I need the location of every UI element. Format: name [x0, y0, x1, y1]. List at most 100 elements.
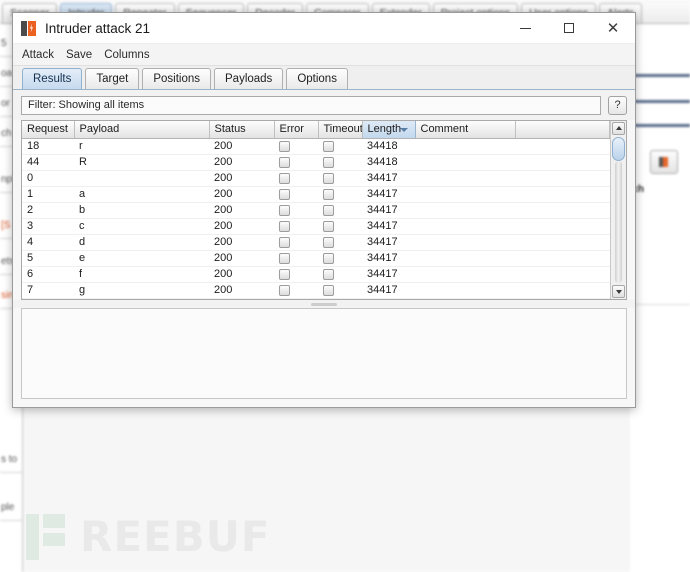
close-icon[interactable]: ✕	[591, 13, 635, 43]
column-header-timeout[interactable]: Timeout	[318, 121, 363, 139]
checkbox-icon[interactable]	[323, 188, 334, 200]
column-header-error[interactable]: Error	[274, 121, 319, 139]
table-row[interactable]: 18 r 200 34418	[22, 138, 610, 155]
menu-item-save[interactable]: Save	[66, 49, 92, 61]
cell-timeout[interactable]	[318, 186, 362, 203]
table-row[interactable]: 7 g 200 34417	[22, 282, 610, 299]
checkbox-icon[interactable]	[323, 220, 334, 232]
checkbox-icon[interactable]	[279, 204, 290, 216]
checkbox-icon[interactable]	[279, 220, 290, 232]
pane-splitter[interactable]	[13, 300, 635, 308]
cell-spacer	[515, 266, 610, 283]
checkbox-icon[interactable]	[323, 236, 334, 248]
vertical-scrollbar[interactable]	[610, 121, 626, 299]
checkbox-icon[interactable]	[323, 252, 334, 264]
column-header-request[interactable]: Request	[22, 121, 75, 139]
minimize-icon[interactable]	[503, 13, 547, 43]
cell-error[interactable]	[274, 250, 318, 267]
background-divider	[630, 100, 690, 103]
tab-results[interactable]: Results	[22, 68, 83, 89]
scrollbar-thumb[interactable]	[612, 137, 625, 161]
table-row[interactable]: 0 200 34417	[22, 170, 610, 187]
checkbox-icon[interactable]	[279, 188, 290, 200]
checkbox-icon[interactable]	[323, 140, 334, 152]
cell-payload: f	[74, 266, 209, 283]
checkbox-icon[interactable]	[279, 268, 290, 280]
filter-input[interactable]: Filter: Showing all items	[21, 95, 601, 115]
cell-error[interactable]	[274, 186, 318, 203]
cell-timeout[interactable]	[318, 202, 362, 219]
tab-target[interactable]: Target	[85, 68, 140, 89]
cell-request: 6	[22, 266, 74, 283]
cell-request: 7	[22, 282, 74, 299]
cell-error[interactable]	[274, 282, 318, 299]
cell-error[interactable]	[274, 234, 318, 251]
column-header-payload[interactable]: Payload	[74, 121, 210, 139]
checkbox-icon[interactable]	[279, 140, 290, 152]
cell-error[interactable]	[274, 202, 318, 219]
menu-item-columns[interactable]: Columns	[104, 49, 149, 61]
cell-timeout[interactable]	[318, 266, 362, 283]
tab-positions[interactable]: Positions	[142, 68, 211, 89]
checkbox-icon[interactable]	[279, 284, 290, 296]
menu-item-attack[interactable]: Attack	[22, 49, 54, 61]
column-header-comment[interactable]: Comment	[415, 121, 516, 139]
cell-payload: d	[74, 234, 209, 251]
cell-payload: e	[74, 250, 209, 267]
checkbox-icon[interactable]	[323, 284, 334, 296]
cell-timeout[interactable]	[318, 250, 362, 267]
cell-length: 34417	[362, 186, 415, 203]
cell-error[interactable]	[274, 170, 318, 187]
table-row[interactable]: 1 a 200 34417	[22, 186, 610, 203]
checkbox-icon[interactable]	[323, 204, 334, 216]
scroll-up-icon[interactable]	[612, 122, 625, 135]
cell-timeout[interactable]	[318, 154, 362, 171]
cell-request: 5	[22, 250, 74, 267]
checkbox-icon[interactable]	[279, 172, 290, 184]
cell-status: 200	[209, 218, 274, 235]
column-header-status[interactable]: Status	[209, 121, 275, 139]
cell-timeout[interactable]	[318, 170, 362, 187]
cell-length: 34417	[362, 250, 415, 267]
table-row[interactable]: 2 b 200 34417	[22, 202, 610, 219]
background-divider	[630, 74, 690, 77]
cell-error[interactable]	[274, 266, 318, 283]
cell-timeout[interactable]	[318, 282, 362, 299]
help-icon[interactable]: ?	[608, 95, 627, 115]
request-response-pane	[21, 308, 627, 399]
tab-payloads[interactable]: Payloads	[214, 68, 284, 89]
cell-spacer	[515, 282, 610, 299]
cell-timeout[interactable]	[318, 234, 362, 251]
tab-options[interactable]: Options	[286, 68, 348, 89]
table-row[interactable]: 6 f 200 34417	[22, 266, 610, 283]
results-table-area: Request Payload Status Error Timeout Length Co…	[21, 120, 627, 300]
cell-timeout[interactable]	[318, 218, 362, 235]
checkbox-icon[interactable]	[279, 156, 290, 168]
cell-payload	[74, 170, 209, 187]
results-table-wrapper: Request Payload Status Error Timeout Length Co…	[22, 121, 610, 299]
table-row[interactable]: 4 d 200 34417	[22, 234, 610, 251]
checkbox-icon[interactable]	[323, 172, 334, 184]
background-text-fragment: ple	[1, 502, 15, 513]
cell-length: 34418	[362, 138, 415, 155]
cell-comment	[415, 266, 515, 283]
scroll-down-icon[interactable]	[612, 285, 625, 298]
checkbox-icon[interactable]	[323, 156, 334, 168]
table-row[interactable]: 3 c 200 34417	[22, 218, 610, 235]
scrollbar-track[interactable]	[615, 161, 622, 283]
maximize-icon[interactable]	[547, 13, 591, 43]
cell-error[interactable]	[274, 138, 318, 155]
cell-timeout[interactable]	[318, 138, 362, 155]
cell-error[interactable]	[274, 154, 318, 171]
column-header-length[interactable]: Length	[362, 121, 416, 139]
cell-payload: b	[74, 202, 209, 219]
splitter-grip-icon[interactable]	[311, 302, 337, 306]
table-row[interactable]: 5 e 200 34417	[22, 250, 610, 267]
checkbox-icon[interactable]	[279, 252, 290, 264]
checkbox-icon[interactable]	[279, 236, 290, 248]
table-header-row: Request Payload Status Error Timeout Length Co…	[22, 121, 610, 139]
cell-error[interactable]	[274, 218, 318, 235]
checkbox-icon[interactable]	[323, 268, 334, 280]
table-row[interactable]: 44 R 200 34418	[22, 154, 610, 171]
cell-request: 18	[22, 138, 74, 155]
